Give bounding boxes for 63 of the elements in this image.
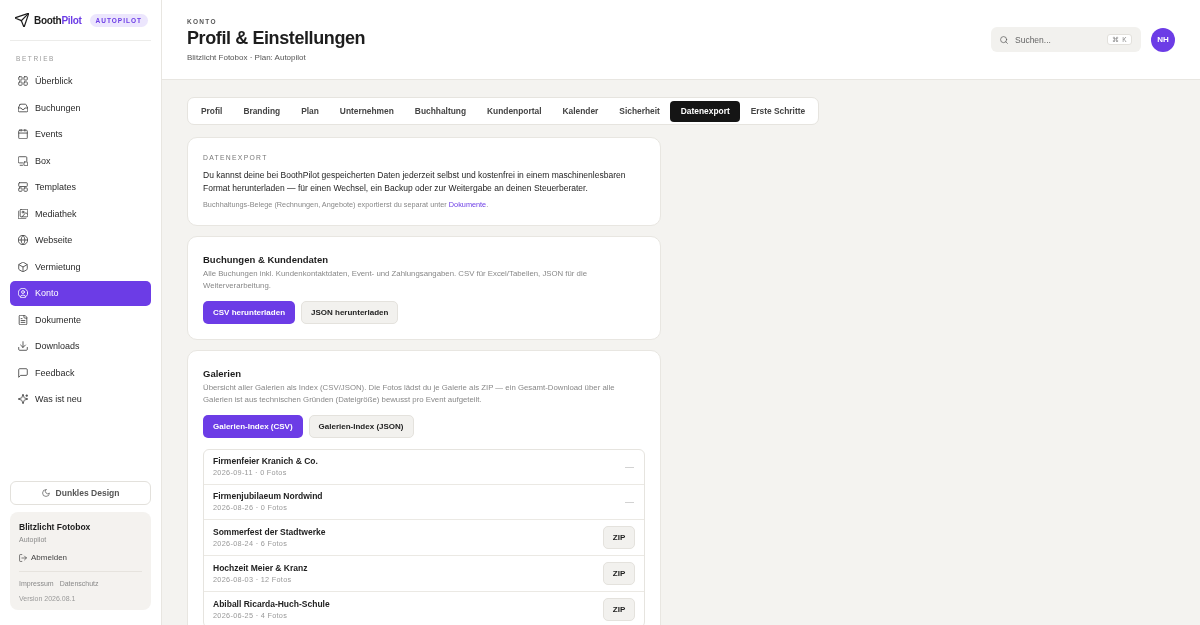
dark-mode-button[interactable]: Dunkles Design — [10, 481, 151, 505]
gallery-name: Hochzeit Meier & Kranz — [213, 562, 308, 574]
page-title: Profil & Einstellungen — [187, 27, 366, 49]
section-title: Galerien — [203, 367, 243, 380]
tab[interactable]: Kalender — [551, 100, 609, 122]
download-button[interactable]: JSON herunterladen — [301, 301, 399, 324]
monitor-icon — [18, 155, 28, 166]
calendar-icon — [18, 129, 28, 140]
sparkle-icon — [18, 394, 28, 405]
nav-item[interactable]: Webseite — [10, 228, 151, 253]
logo-text: BoothPilot — [34, 14, 82, 26]
nav-item[interactable]: Templates — [10, 175, 151, 200]
inbox-icon — [18, 102, 28, 113]
moon-icon — [41, 489, 50, 497]
tab[interactable]: Plan — [290, 100, 330, 122]
nav-item[interactable]: Überblick — [10, 69, 151, 94]
account-name: Blitzlicht Fotobox — [19, 522, 92, 532]
zip-download-button[interactable]: ZIP — [603, 526, 635, 549]
logout-icon — [19, 553, 27, 562]
nav-item[interactable]: Dokumente — [10, 307, 151, 332]
download-icon — [18, 341, 28, 352]
gallery-name: Sommerfest der Stadtwerke — [213, 526, 326, 538]
tab[interactable]: Kundenportal — [476, 100, 552, 122]
section-title: Buchungen & Kundendaten — [203, 253, 330, 266]
nav-item[interactable]: Was ist neu — [10, 387, 151, 412]
search-icon — [1000, 35, 1008, 44]
nav-item[interactable]: Konto — [10, 281, 151, 306]
layout-icon — [18, 182, 28, 193]
download-button[interactable]: CSV herunterladen — [203, 301, 295, 324]
tab[interactable]: Branding — [232, 100, 291, 122]
tab[interactable]: Unternehmen — [329, 100, 405, 122]
unavailable-dash: — — [625, 497, 634, 507]
logout-button[interactable]: Abmelden — [19, 553, 68, 562]
download-button[interactable]: Galerien-Index (CSV) — [203, 415, 303, 438]
gallery-name: Abiball Ricarda-Huch-Schule — [213, 598, 330, 610]
paper-plane-icon — [15, 13, 29, 27]
page-subtitle: Blitzlicht Fotobox · Plan: Autopilot — [187, 52, 307, 62]
tab[interactable]: Sicherheit — [608, 100, 671, 122]
nav-item[interactable]: Downloads — [10, 334, 151, 359]
grid-icon — [18, 76, 28, 87]
zip-download-button[interactable]: ZIP — [603, 598, 635, 621]
gallery-name: Firmenfeier Kranich & Co. — [213, 456, 318, 467]
gallery-name: Firmenjubilaeum Nordwind — [213, 491, 323, 502]
image-icon — [18, 208, 28, 219]
nav-item[interactable]: Vermietung — [10, 254, 151, 279]
tab[interactable]: Datenexport — [670, 100, 741, 122]
tab[interactable]: Erste Schritte — [740, 100, 816, 122]
document-icon — [18, 314, 28, 325]
nav-item[interactable]: Buchungen — [10, 95, 151, 120]
zip-download-button[interactable]: ZIP — [603, 562, 635, 585]
tab[interactable]: Buchhaltung — [404, 100, 477, 122]
speech-bubble-icon — [18, 367, 28, 378]
user-avatar[interactable]: NH — [1151, 27, 1175, 52]
cube-icon — [18, 261, 28, 272]
globe-icon — [18, 235, 28, 246]
tab[interactable]: Profil — [190, 100, 233, 122]
nav-item[interactable]: Feedback — [10, 360, 151, 385]
download-button[interactable]: Galerien-Index (JSON) — [308, 415, 414, 438]
nav-item[interactable]: Box — [10, 148, 151, 173]
intro-paragraph: Du kannst deine bei BoothPilot gespeicherten Daten jederzeit selbst und kostenfrei in einem maschinenlesbaren Format herunterladen — für einen Wechsel, ein Backup oder zur Weitergabe an deinen Steuerberater. — [203, 169, 627, 194]
nav-item[interactable]: Events — [10, 122, 151, 147]
nav-item[interactable]: Mediathek — [10, 201, 151, 226]
unavailable-dash: — — [625, 462, 634, 472]
